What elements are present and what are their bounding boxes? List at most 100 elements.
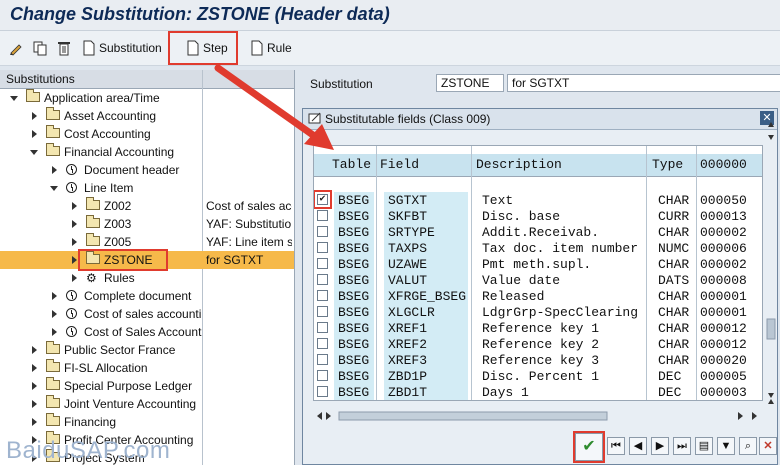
row-select-checkbox[interactable]: ✔	[314, 190, 332, 209]
table-row[interactable]: BSEG TAXPS Tax doc. item number NUMC 000006	[314, 240, 762, 256]
row-select-checkbox[interactable]	[317, 226, 328, 237]
horizontal-scrollbar[interactable]	[313, 409, 761, 423]
rule-button[interactable]: Rule	[250, 37, 292, 59]
expand-icon[interactable]	[32, 130, 37, 138]
row-select-checkbox[interactable]	[317, 370, 328, 381]
cell-description: Reference key 2	[482, 337, 600, 352]
cell-type: CURR	[658, 209, 690, 224]
expand-icon[interactable]	[32, 382, 37, 390]
substitution-name-field[interactable]: ZSTONE	[436, 74, 504, 92]
tree-node[interactable]: Joint Venture Accounting	[0, 395, 294, 413]
table-row[interactable]: BSEG XREF1 Reference key 1 CHAR 000012	[314, 320, 762, 336]
expand-icon[interactable]	[32, 346, 37, 354]
filter-icon[interactable]: ▼	[717, 437, 735, 455]
next-page-icon[interactable]: ▶	[651, 437, 669, 455]
table-row[interactable]: BSEG UZAWE Pmt meth.supl. CHAR 000002	[314, 256, 762, 272]
confirm-checkmark-icon[interactable]: ✔	[573, 431, 605, 463]
tree-node[interactable]: Financing	[0, 413, 294, 431]
tree-node[interactable]: Z002 Cost of sales acc	[0, 197, 294, 215]
row-select-checkbox[interactable]	[317, 338, 328, 349]
substitutable-fields-dialog: Substitutable fields (Class 009) ✕ Table…	[302, 108, 778, 465]
collapse-icon[interactable]	[10, 96, 18, 101]
delete-icon[interactable]	[56, 37, 72, 59]
tree-node-label: Z005	[104, 235, 132, 249]
expand-icon[interactable]	[72, 256, 77, 264]
folder-icon	[46, 125, 60, 138]
collapse-icon[interactable]	[30, 150, 38, 155]
tree-node[interactable]: Cost of sales accounti	[0, 305, 294, 323]
last-page-icon[interactable]: ⏭	[673, 437, 691, 455]
expand-icon[interactable]	[32, 364, 37, 372]
previous-page-icon[interactable]: ◀	[629, 437, 647, 455]
folder-icon	[86, 197, 100, 210]
cell-table: BSEG	[338, 193, 370, 208]
column-header-description[interactable]: Description	[476, 157, 562, 172]
column-header-type[interactable]: Type	[652, 157, 683, 172]
collapse-icon[interactable]	[50, 186, 58, 191]
expand-icon[interactable]	[72, 202, 77, 210]
tree-node[interactable]: Z005 YAF: Line item s	[0, 233, 294, 251]
column-header-field[interactable]: Field	[380, 157, 419, 172]
column-header-length[interactable]: 000000	[700, 157, 747, 172]
cell-description: Disc. Percent 1	[482, 369, 600, 384]
cell-type: DEC	[658, 385, 682, 400]
expand-icon[interactable]	[52, 328, 57, 336]
row-select-checkbox[interactable]	[317, 242, 328, 253]
folder-icon	[86, 215, 100, 228]
expand-icon[interactable]	[52, 166, 57, 174]
cancel-icon[interactable]: ✕	[759, 437, 777, 455]
application-toolbar: Substitution Step Rule	[0, 31, 780, 66]
first-page-icon[interactable]: ⏮	[607, 437, 625, 455]
tree-node[interactable]: Special Purpose Ledger	[0, 377, 294, 395]
vertical-scrollbar[interactable]	[765, 119, 777, 409]
substitution-button[interactable]: Substitution	[82, 37, 162, 59]
expand-icon[interactable]	[32, 400, 37, 408]
expand-icon[interactable]	[52, 310, 57, 318]
row-select-checkbox[interactable]	[317, 274, 328, 285]
row-select-checkbox[interactable]	[317, 258, 328, 269]
tree-node[interactable]: Complete document	[0, 287, 294, 305]
expand-icon[interactable]	[72, 220, 77, 228]
row-select-checkbox[interactable]	[317, 306, 328, 317]
tree-node[interactable]: ⚙ Rules	[0, 269, 294, 287]
tree-node[interactable]: Line Item	[0, 179, 294, 197]
cell-field: ZBD1T	[388, 385, 428, 400]
table-row[interactable]: BSEG VALUT Value date DATS 000008	[314, 272, 762, 288]
row-select-checkbox[interactable]	[317, 210, 328, 221]
table-row[interactable]: BSEG XREF3 Reference key 3 CHAR 000020	[314, 352, 762, 368]
row-select-checkbox[interactable]	[317, 290, 328, 301]
row-select-checkbox[interactable]	[317, 354, 328, 365]
expand-icon[interactable]	[32, 418, 37, 426]
table-row[interactable]: BSEG XFRGE_BSEG Released CHAR 000001	[314, 288, 762, 304]
row-select-checkbox[interactable]	[317, 386, 328, 397]
find-icon[interactable]: ⌕	[739, 437, 757, 455]
folder-icon	[86, 251, 100, 264]
edit-icon[interactable]	[8, 37, 24, 59]
substitution-description-field[interactable]: for SGTXT	[507, 74, 780, 92]
table-row[interactable]: BSEG SKFBT Disc. base CURR 000013	[314, 208, 762, 224]
tree-node[interactable]: Cost of Sales Account	[0, 323, 294, 341]
table-row[interactable]: BSEG ZBD1P Disc. Percent 1 DEC 000005	[314, 368, 762, 384]
expand-icon[interactable]	[52, 292, 57, 300]
table-row[interactable]: BSEG XLGCLR LdgrGrp-SpecClearing CHAR 000001	[314, 304, 762, 320]
step-button[interactable]: Step	[168, 31, 238, 65]
expand-icon[interactable]	[32, 112, 37, 120]
table-row[interactable]: BSEG SRTYPE Addit.Receivab. CHAR 000002	[314, 224, 762, 240]
expand-icon[interactable]	[72, 238, 77, 246]
table-row[interactable]: BSEG XREF2 Reference key 2 CHAR 000012	[314, 336, 762, 352]
cell-description: Value date	[482, 273, 561, 288]
table-row[interactable]: ✔ BSEG SGTXT Text CHAR 000050	[314, 190, 762, 209]
tree-node[interactable]: FI-SL Allocation	[0, 359, 294, 377]
folder-icon	[46, 107, 60, 120]
cell-description: Days 1	[482, 385, 529, 400]
table-row[interactable]: BSEG ZBD1T Days 1 DEC 000003	[314, 384, 762, 400]
copy-icon[interactable]	[32, 37, 48, 59]
column-header-table[interactable]: Table	[332, 157, 371, 172]
print-icon[interactable]: ▤	[695, 437, 713, 455]
row-select-checkbox[interactable]	[317, 322, 328, 333]
tree-node-selected[interactable]: ZSTONE for SGTXT	[0, 249, 294, 271]
tree-node[interactable]: Document header	[0, 161, 294, 179]
expand-icon[interactable]	[72, 274, 77, 282]
tree-node[interactable]: Z003 YAF: Substitutio	[0, 215, 294, 233]
tree-node[interactable]: Public Sector France	[0, 341, 294, 359]
